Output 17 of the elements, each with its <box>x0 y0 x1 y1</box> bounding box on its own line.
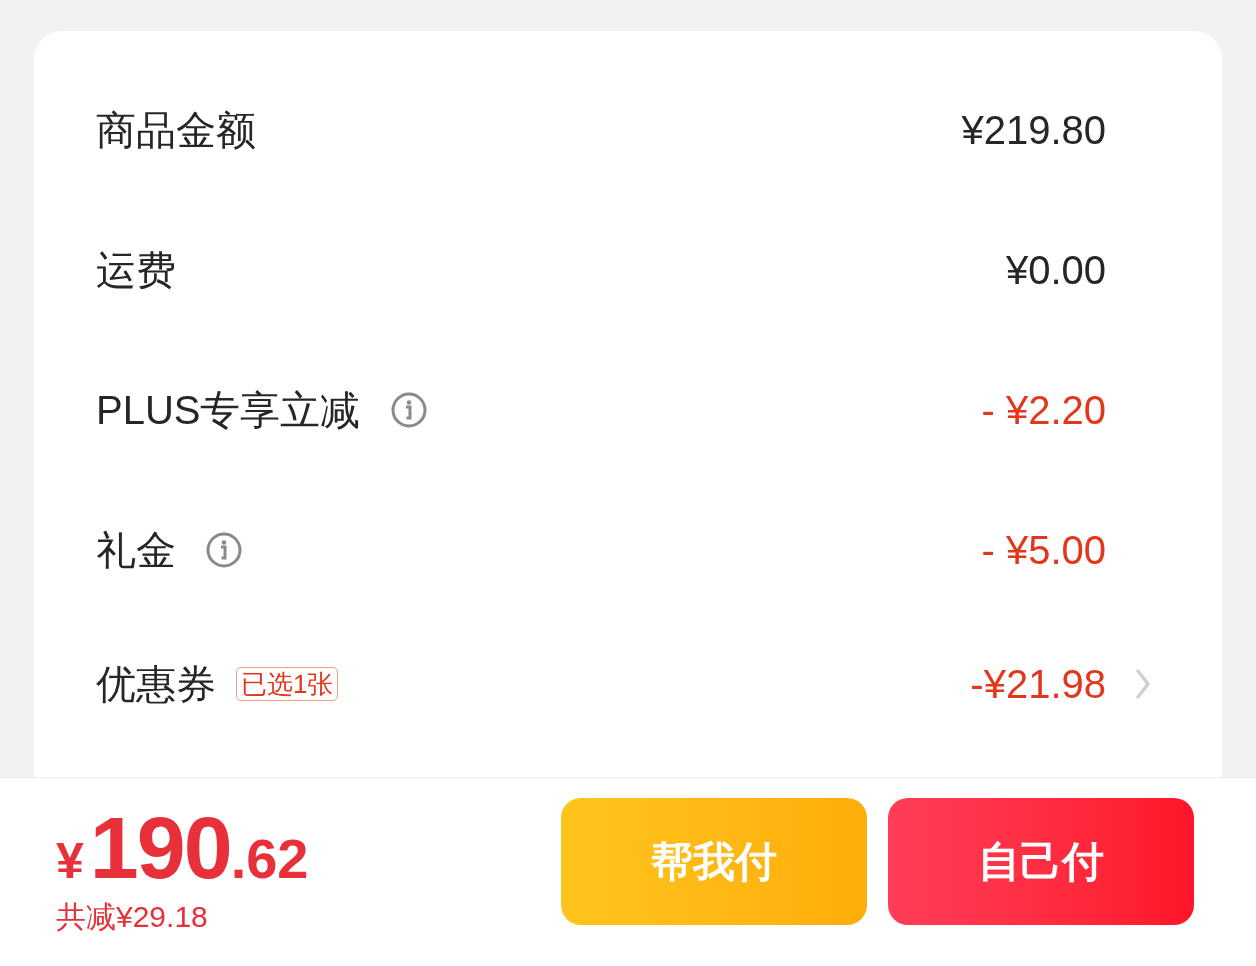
savings-text: 共减¥29.18 <box>56 902 209 932</box>
info-icon[interactable] <box>206 532 242 568</box>
total-price: ¥190.62 <box>56 804 309 892</box>
chevron-right-icon <box>1136 669 1150 699</box>
amount-value: - ¥5.00 <box>981 530 1106 570</box>
row-label: 运费 <box>96 250 176 290</box>
pay-button[interactable]: 自己付 <box>888 798 1194 925</box>
selected-count-tag: 已选1张 <box>236 667 339 701</box>
row-label: 优惠券 <box>96 664 216 704</box>
amount-value: - ¥2.20 <box>981 390 1106 430</box>
info-icon[interactable] <box>390 392 427 428</box>
row-label: 礼金 <box>96 530 176 570</box>
amount-value: ¥0.00 <box>1005 250 1106 290</box>
amount-value: ¥219.80 <box>961 110 1106 150</box>
row-label: PLUS专享立减 <box>96 390 361 430</box>
amount-value: -¥21.98 <box>970 664 1106 704</box>
row-label: 商品金额 <box>96 110 256 150</box>
